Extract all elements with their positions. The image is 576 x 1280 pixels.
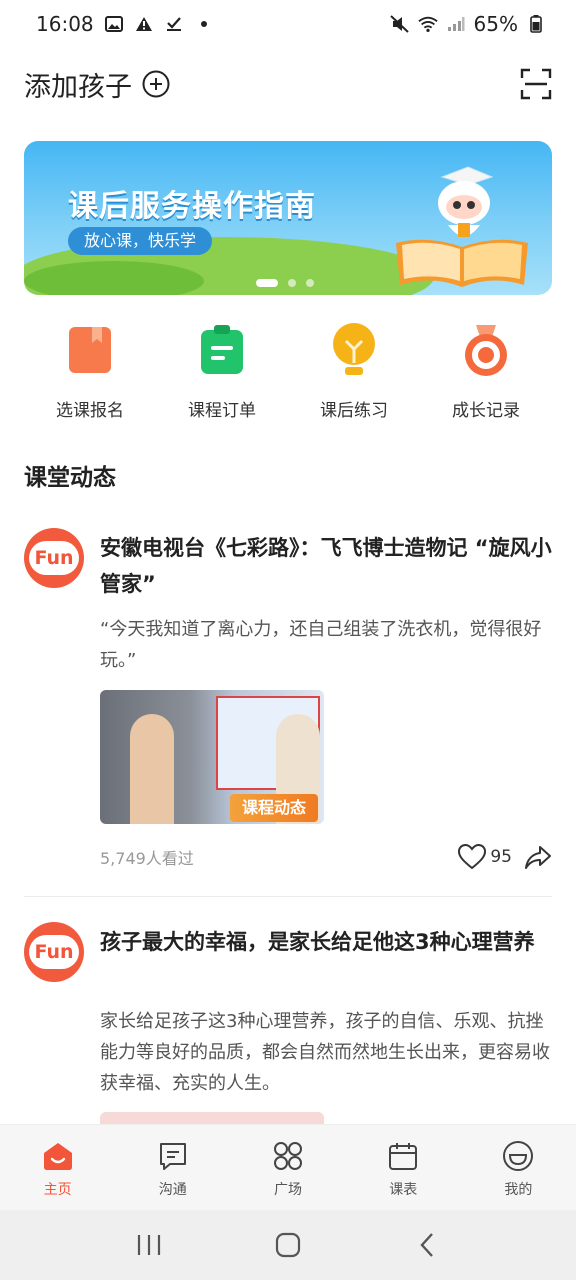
thumbnail-person bbox=[130, 714, 174, 824]
nav-home[interactable]: 主页 bbox=[0, 1125, 115, 1210]
status-time: 16:08 bbox=[36, 12, 94, 36]
battery-percent: 65% bbox=[473, 12, 518, 36]
nav-schedule[interactable]: 课表 bbox=[346, 1125, 461, 1210]
clipboard-icon bbox=[198, 322, 246, 378]
share-icon[interactable] bbox=[524, 843, 552, 871]
feed-thumbnail[interactable] bbox=[100, 1112, 324, 1124]
thumbnail-badge: 课程动态 bbox=[230, 794, 318, 822]
quick-action-growth-record[interactable]: 成长记录 bbox=[420, 322, 552, 421]
scan-icon[interactable] bbox=[520, 68, 552, 100]
mute-icon bbox=[389, 14, 410, 34]
heart-icon bbox=[458, 844, 487, 870]
status-bar: 16:08 65% bbox=[0, 0, 576, 48]
grid-icon bbox=[271, 1139, 305, 1173]
avatar[interactable]: Fun bbox=[24, 922, 84, 982]
feed-divider bbox=[24, 896, 552, 897]
quick-action-label: 成长记录 bbox=[452, 401, 520, 421]
section-title: 课堂动态 bbox=[24, 465, 116, 491]
home-icon bbox=[41, 1139, 75, 1173]
nav-profile[interactable]: 我的 bbox=[461, 1125, 576, 1210]
quick-action-course-orders[interactable]: 课程订单 bbox=[156, 322, 288, 421]
add-child-title[interactable]: 添加孩子 bbox=[24, 65, 132, 104]
like-button[interactable]: 95 bbox=[458, 844, 512, 870]
banner-hill-small bbox=[24, 261, 204, 295]
warning-icon bbox=[134, 14, 154, 34]
feed-item[interactable]: Fun 安徽电视台《七彩路》：飞飞博士造物记 “旋风小管家” “今天我知道了离心… bbox=[24, 528, 552, 878]
profile-icon bbox=[501, 1139, 535, 1173]
feed-description: “今天我知道了离心力，还自己组装了洗衣机，觉得很好玩。” bbox=[100, 619, 542, 671]
dot-icon bbox=[194, 14, 214, 34]
nav-label: 课表 bbox=[389, 1182, 418, 1198]
quick-action-homework[interactable]: 课后练习 bbox=[288, 322, 420, 421]
feed-item[interactable]: Fun 孩子最大的幸福，是家长给足他这3种心理营养 家长给足孩子这3种心理营养，… bbox=[24, 922, 552, 1124]
home-button-icon[interactable] bbox=[268, 1225, 308, 1265]
nav-label: 沟通 bbox=[158, 1182, 187, 1198]
avatar[interactable]: Fun bbox=[24, 528, 84, 588]
quick-action-label: 选课报名 bbox=[56, 401, 124, 421]
nav-label: 我的 bbox=[504, 1182, 533, 1198]
lightbulb-icon bbox=[330, 322, 378, 378]
wifi-icon bbox=[417, 14, 438, 34]
nav-messages[interactable]: 沟通 bbox=[115, 1125, 230, 1210]
promo-banner[interactable]: 课后服务操作指南 放心课，快乐学 bbox=[24, 141, 552, 295]
feed-title[interactable]: 孩子最大的幸福，是家长给足他这3种心理营养 bbox=[100, 924, 552, 960]
check-download-icon bbox=[164, 14, 184, 34]
avatar-text: Fun bbox=[29, 541, 79, 575]
header: 添加孩子 bbox=[0, 56, 576, 112]
bookmark-book-icon bbox=[66, 322, 114, 378]
banner-title: 课后服务操作指南 bbox=[68, 189, 316, 224]
carousel-indicator bbox=[256, 279, 314, 287]
bottom-nav: 主页 沟通 广场 课表 我的 bbox=[0, 1124, 576, 1210]
nav-label: 主页 bbox=[43, 1182, 72, 1198]
quick-action-label: 课程订单 bbox=[188, 401, 256, 421]
avatar-text: Fun bbox=[29, 935, 79, 969]
robot-mascot-illustration bbox=[438, 166, 494, 237]
battery-icon bbox=[526, 14, 546, 34]
recent-apps-icon[interactable] bbox=[129, 1225, 169, 1265]
like-count: 95 bbox=[490, 847, 512, 867]
banner-subtitle: 放心课，快乐学 bbox=[68, 227, 213, 255]
medal-icon bbox=[462, 322, 510, 378]
signal-icon bbox=[446, 14, 466, 34]
feed-thumbnail[interactable]: 课程动态 bbox=[100, 690, 324, 824]
quick-action-label: 课后练习 bbox=[320, 401, 388, 421]
feed-title[interactable]: 安徽电视台《七彩路》：飞飞博士造物记 “旋风小管家” bbox=[100, 530, 552, 602]
carousel-dot[interactable] bbox=[288, 279, 296, 287]
feed-description: 家长给足孩子这3种心理营养，孩子的自信、乐观、抗挫能力等良好的品质，都会自然而然… bbox=[100, 1011, 550, 1094]
add-circle-icon[interactable] bbox=[142, 70, 170, 98]
calendar-icon bbox=[386, 1139, 420, 1173]
carousel-dot-active[interactable] bbox=[256, 279, 278, 287]
back-icon[interactable] bbox=[407, 1225, 447, 1265]
nav-plaza[interactable]: 广场 bbox=[230, 1125, 345, 1210]
feed-meta: 5,749人看过 95 bbox=[100, 842, 552, 872]
quick-action-course-signup[interactable]: 选课报名 bbox=[24, 322, 156, 421]
system-nav-bar bbox=[0, 1210, 576, 1280]
status-right: 65% bbox=[389, 12, 546, 36]
message-icon bbox=[156, 1139, 190, 1173]
view-count: 5,749人看过 bbox=[100, 849, 194, 868]
nav-label: 广场 bbox=[274, 1182, 302, 1198]
image-notification-icon bbox=[104, 14, 124, 34]
quick-actions: 选课报名 课程订单 课后练习 成长记录 bbox=[24, 322, 552, 421]
status-left: 16:08 bbox=[36, 12, 214, 36]
carousel-dot[interactable] bbox=[306, 279, 314, 287]
